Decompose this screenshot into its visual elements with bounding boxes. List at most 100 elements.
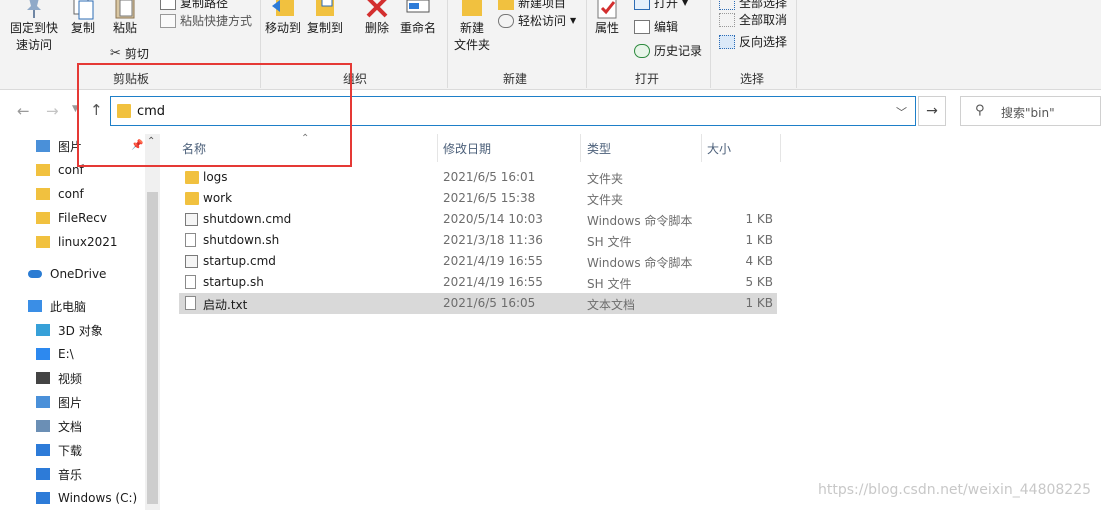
copy-to-button[interactable]: 复制到 [307,0,343,37]
copy-icon [73,0,94,20]
file-date: 2021/4/19 16:55 [443,275,543,289]
pin-icon [27,0,41,18]
nav-item-label: 下载 [58,443,83,458]
up-arrow-icon[interactable]: ↑ [90,101,103,119]
nav-item[interactable]: OneDrive [28,262,173,286]
search-box[interactable]: ⚲ 搜索"bin" [960,96,1101,126]
file-name: startup.cmd [203,254,276,268]
windows-drive-icon [36,492,50,504]
chevron-down-icon[interactable]: ﹀ [896,104,907,120]
edit-button[interactable]: 编辑 [634,18,678,35]
file-row[interactable]: 启动.txt 2021/6/5 16:05 文本文档 1 KB [179,293,777,314]
search-placeholder: 搜索"bin" [1001,106,1055,120]
paste-shortcut-button[interactable]: 粘贴快捷方式 [160,12,252,29]
pictures-icon [36,140,50,152]
select-all-button[interactable]: 全部选择 [719,0,787,11]
folder-icon [36,212,50,224]
invert-selection-icon [719,34,735,49]
move-to-icon [272,0,294,16]
copy-path-icon [160,0,176,10]
column-type[interactable]: 类型 [587,140,611,157]
file-type: SH 文件 [587,235,632,249]
easy-access-button[interactable]: 轻松访问 ▼ [498,12,576,29]
cut-button[interactable]: ✂ 剪切 [110,45,149,62]
properties-label: 属性 [594,21,619,35]
document-icon [185,296,196,310]
rename-label: 重命名 [400,21,437,35]
file-row[interactable]: work 2021/6/5 15:38 文件夹 [179,188,777,209]
forward-arrow-icon[interactable]: → [46,102,59,120]
column-divider[interactable] [780,134,781,162]
paste-label: 粘贴 [112,21,137,35]
invert-selection-label: 反向选择 [739,35,788,49]
properties-button[interactable]: 属性 [594,0,620,37]
file-size: 1 KB [745,233,773,247]
file-name: logs [203,170,228,184]
copy-button[interactable]: 复制 [70,0,96,37]
column-size[interactable]: 大小 [707,140,731,157]
file-size: 5 KB [745,275,773,289]
nav-item-label: E:\ [58,347,74,361]
column-divider[interactable] [701,134,702,162]
file-row[interactable]: shutdown.sh 2021/3/18 11:36 SH 文件 1 KB [179,230,777,251]
column-divider[interactable] [580,134,581,162]
column-date[interactable]: 修改日期 [443,140,491,157]
paste-button[interactable]: 粘贴 [112,0,138,37]
nav-item-label: OneDrive [50,267,107,281]
clipboard-group-label: 剪贴板 [113,72,150,86]
scissors-icon: ✂ [110,46,121,61]
nav-item-label: Windows (C:) [58,491,138,505]
watermark: https://blog.csdn.net/weixin_44808225 [818,482,1092,498]
file-size: 1 KB [745,296,773,310]
new-group-label: 新建 [503,72,528,86]
move-to-button[interactable]: 移动到 [265,0,301,37]
file-row[interactable]: logs 2021/6/5 16:01 文件夹 [179,167,777,188]
recent-locations-chevron-icon[interactable]: ▼ [72,104,79,114]
document-icon [185,275,196,289]
music-icon [36,468,50,480]
ribbon-separator [447,0,448,88]
copy-path-button[interactable]: 复制路径 [160,0,228,11]
copy-to-label: 复制到 [307,21,344,35]
file-date: 2021/6/5 16:05 [443,296,536,310]
address-path: cmd [137,104,166,119]
ribbon-separator [260,0,261,88]
file-name: shutdown.sh [203,233,280,247]
new-folder-button[interactable]: 新建 文件夹 [454,0,490,54]
open-group-label: 打开 [635,72,660,86]
file-row[interactable]: startup.cmd 2021/4/19 16:55 Windows 命令脚本 4 … [179,251,777,272]
go-arrow-button[interactable]: → [918,96,946,126]
file-name: 启动.txt [203,298,248,312]
open-button[interactable]: 打开 ▼ [634,0,688,11]
ribbon: 固定到快 速访问 复制 粘贴 复制路径 粘贴快捷方式 ✂ 剪切 剪贴板 移动到 … [0,0,1101,90]
select-none-button[interactable]: 全部取消 [719,11,787,28]
nav-item-label: 文档 [58,419,83,434]
new-item-button[interactable]: 新建项目 [498,0,566,11]
nav-item-label: 图片 [58,139,83,154]
file-name: shutdown.cmd [203,212,292,226]
back-arrow-icon[interactable]: ← [17,102,30,120]
pin-quick-access-button[interactable]: 固定到快 速访问 [10,0,58,54]
invert-selection-button[interactable]: 反向选择 [719,33,787,50]
column-name[interactable]: 名称 [182,140,206,157]
file-row[interactable]: shutdown.cmd 2020/5/14 10:03 Windows 命令脚本 1… [179,209,777,230]
script-file-icon [185,255,198,268]
rename-button[interactable]: 重命名 [400,0,436,37]
delete-button[interactable]: 删除 [364,0,390,37]
downloads-icon [36,444,50,456]
history-label: 历史记录 [654,44,703,58]
column-divider[interactable] [437,134,438,162]
select-group-label: 选择 [740,72,765,86]
file-date: 2021/6/5 15:38 [443,191,536,205]
ribbon-separator [710,0,711,88]
history-button[interactable]: 历史记录 [634,42,702,59]
nav-item[interactable]: 此电脑 [28,294,173,318]
file-type: SH 文件 [587,277,632,291]
document-icon [185,233,196,247]
file-row[interactable]: startup.sh 2021/4/19 16:55 SH 文件 5 KB [179,272,777,293]
nav-item-label: 视频 [58,371,83,386]
paste-icon [115,0,135,19]
3d-objects-icon [36,324,50,336]
address-bar[interactable]: cmd ﹀ [110,96,916,126]
organize-group-label: 组织 [343,72,368,86]
